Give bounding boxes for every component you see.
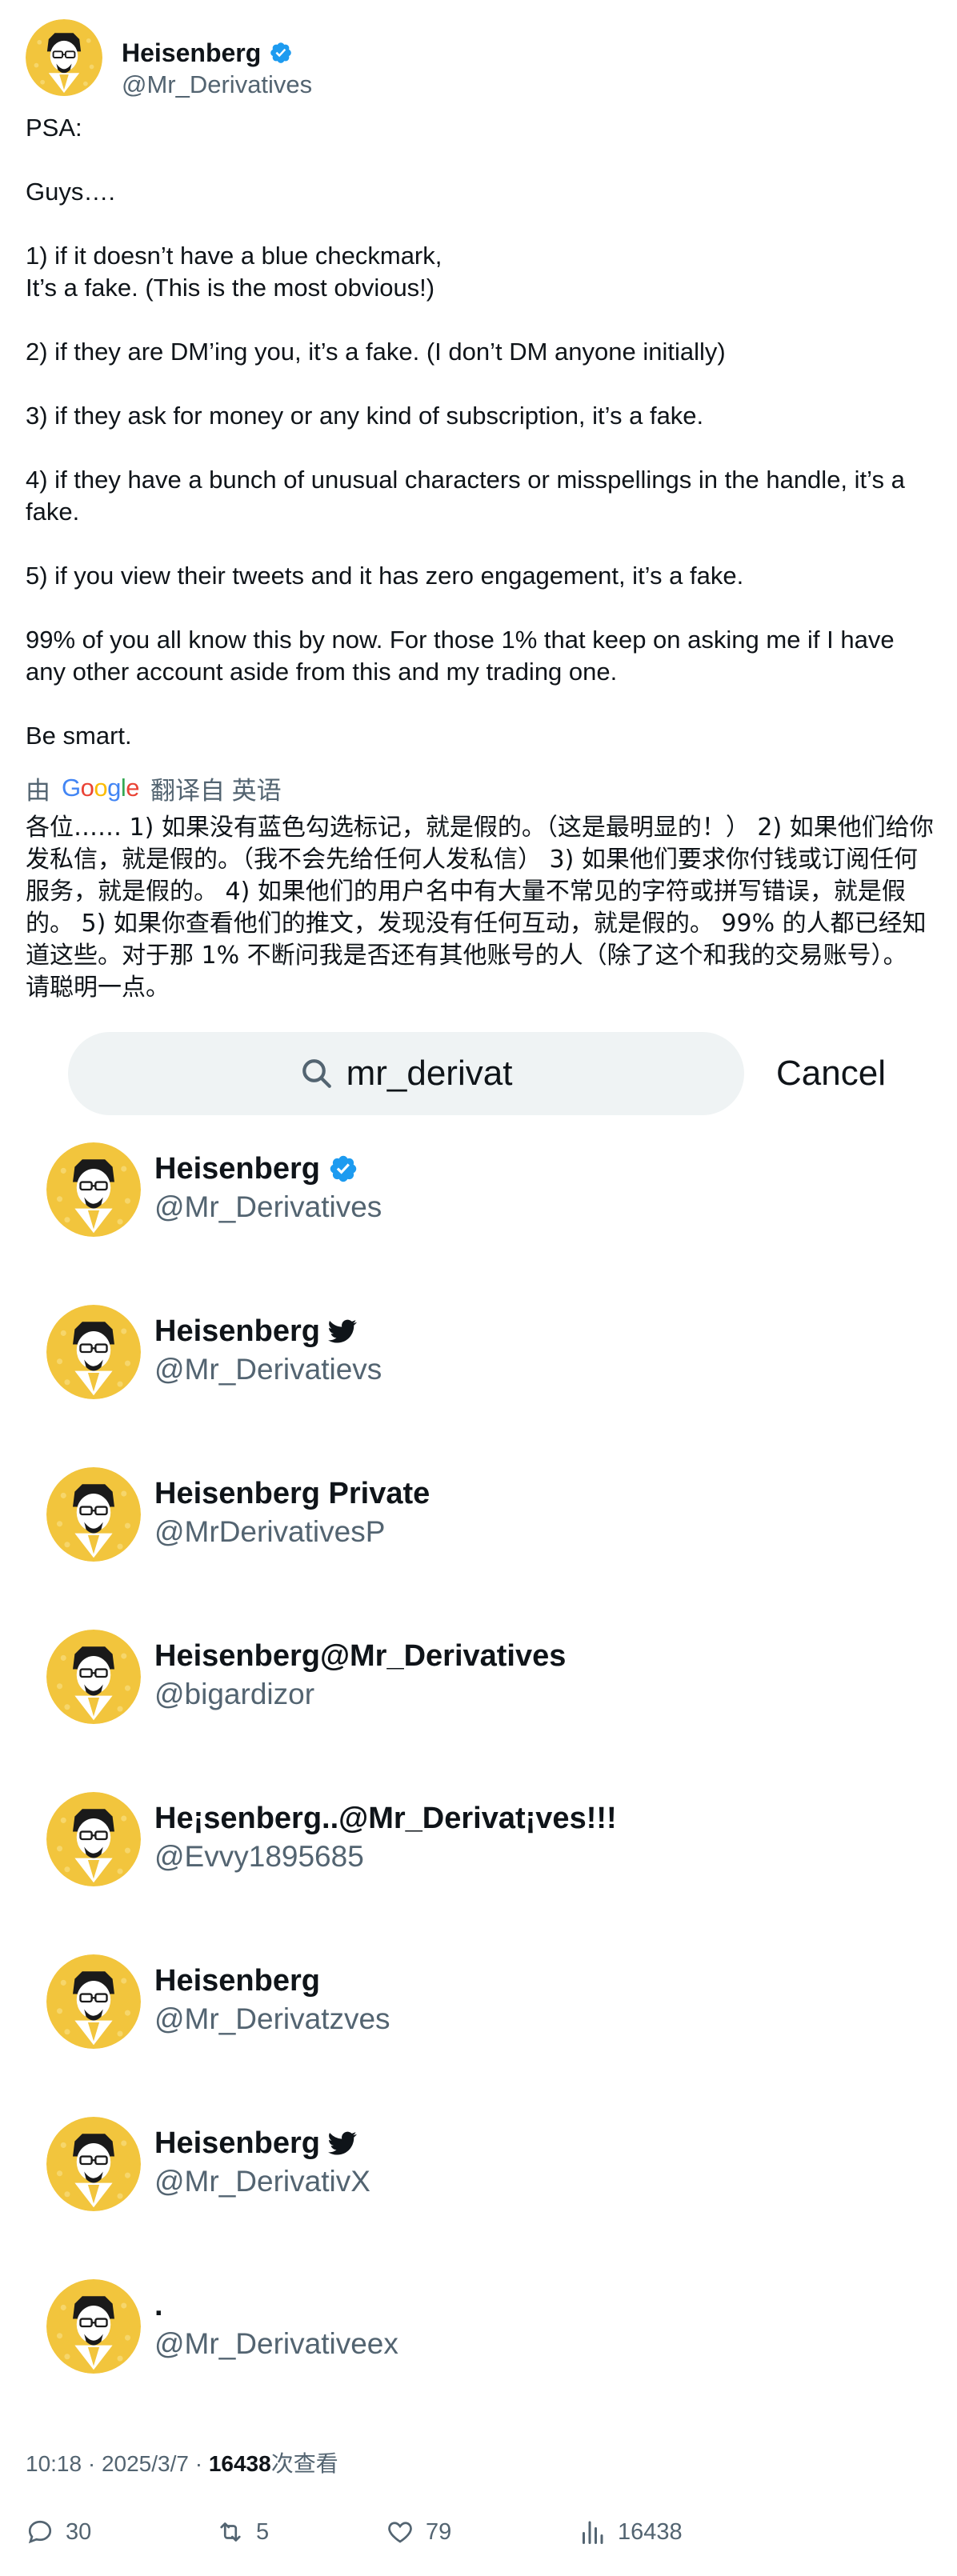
search-query[interactable]: mr_derivat (346, 1054, 513, 1094)
reply-count: 30 (66, 2518, 92, 2545)
search-icon (302, 1059, 331, 1088)
author-avatar[interactable] (26, 19, 102, 96)
author-handle[interactable]: @Mr_Derivatives (122, 69, 312, 101)
view-suffix: 次查看 (270, 2451, 338, 2476)
attached-screenshot[interactable]: mr_derivat Cancel Heisenberg @Mr_Derivat… (0, 1016, 957, 2456)
search-result-item[interactable]: Heisenberg @Mr_Derivatives (46, 1134, 927, 1254)
views-button[interactable]: 16438 (578, 2512, 683, 2552)
tweet-actions: 30 5 79 16438 (26, 2512, 938, 2552)
result-avatar (46, 1954, 141, 2049)
result-handle: @Mr_Derivatives (154, 1190, 382, 1223)
reply-button[interactable]: 30 (26, 2512, 91, 2552)
search-result-item[interactable]: Heisenberg@Mr_Derivatives @bigardizor (46, 1622, 927, 1742)
verified-badge-icon (269, 41, 293, 65)
views-count: 16438 (618, 2518, 683, 2545)
cancel-button[interactable]: Cancel (776, 1032, 886, 1115)
search-result-item[interactable]: Heisenberg Private @MrDerivativesP (46, 1459, 927, 1579)
search-result-item[interactable]: Heisenberg @Mr_Derivatzves (46, 1946, 927, 2066)
result-handle: @Evvy1895685 (154, 1840, 364, 1873)
result-name: Heisenberg Private (154, 1477, 430, 1510)
like-button[interactable]: 79 (386, 2512, 451, 2552)
tweet-timestamp[interactable]: 10:18 · 2025/3/7 · (26, 2451, 209, 2476)
tweet-line: Be smart. (26, 722, 132, 750)
tweet-line: PSA: (26, 114, 82, 142)
result-avatar (46, 1792, 141, 1886)
translated-text: 各位…… 1) 如果没有蓝色勾选标记，就是假的。（这是最明显的！） 2) 如果他… (26, 814, 934, 1002)
tweet-line: 3) if they ask for money or any kind of … (26, 402, 704, 430)
author-name[interactable]: Heisenberg (122, 37, 261, 69)
twitter-bird-icon (328, 2129, 357, 2158)
result-name: Heisenberg (154, 1152, 320, 1186)
result-handle: @Mr_DerivativX (154, 2165, 370, 2198)
result-avatar (46, 2117, 141, 2211)
result-avatar (46, 1630, 141, 1724)
tweet-header: Heisenberg @Mr_Derivatives (26, 19, 938, 99)
tweet-body: PSA: Guys…. 1) if it doesn’t have a blue… (26, 112, 930, 752)
search-result-item[interactable]: . @Mr_Derivativeex (46, 2271, 927, 2391)
tweet-line: 4) if they have a bunch of unusual chara… (26, 466, 912, 526)
result-avatar (46, 1467, 141, 1562)
translation-attribution[interactable]: 由 Google 翻译自 英语 (26, 772, 282, 805)
result-avatar (46, 2279, 141, 2374)
tweet-line: It’s a fake. (This is the most obvious!) (26, 274, 435, 302)
result-name: Heisenberg (154, 2126, 320, 2160)
result-handle: @bigardizor (154, 1678, 315, 1710)
tweet-line: 1) if it doesn’t have a blue checkmark, (26, 242, 442, 270)
result-name: Heisenberg@Mr_Derivatives (154, 1639, 567, 1673)
tweet-line: 5) if you view their tweets and it has z… (26, 562, 744, 590)
google-logo: Google (62, 774, 140, 802)
like-icon (388, 2522, 412, 2543)
tweet-line: 2) if they are DM’ing you, it’s a fake. … (26, 338, 726, 366)
result-handle: @Mr_Derivatzves (154, 2002, 390, 2035)
retweet-count: 5 (256, 2518, 270, 2545)
translation-label: 翻译自 英语 (150, 776, 282, 805)
search-input[interactable]: mr_derivat (68, 1032, 744, 1115)
retweet-icon (220, 2522, 241, 2542)
verified-badge-icon (328, 1154, 358, 1184)
tweet-meta: 10:18 · 2025/3/7 · 16438次查看 (26, 2450, 338, 2478)
translation-by: 由 (26, 776, 50, 805)
search-result-item[interactable]: Heisenberg @Mr_DerivativX (46, 2109, 927, 2229)
search-result-item[interactable]: He¡senberg..@Mr_Derivat¡ves!!! @Evvy1895… (46, 1784, 927, 1904)
result-name: Heisenberg (154, 1964, 320, 1998)
result-handle: @Mr_Derivativeex (154, 2327, 398, 2360)
result-avatar (46, 1305, 141, 1399)
retweet-button[interactable]: 5 (216, 2512, 269, 2552)
result-avatar (46, 1142, 141, 1237)
search-result-item[interactable]: Heisenberg @Mr_Derivatievs (46, 1297, 927, 1417)
like-count: 79 (426, 2518, 452, 2545)
author-name-row[interactable]: Heisenberg (122, 37, 293, 69)
result-handle: @MrDerivativesP (154, 1515, 386, 1548)
twitter-bird-icon (328, 1317, 357, 1346)
reply-icon (28, 2520, 52, 2544)
tweet-line: 99% of you all know this by now. For tho… (26, 626, 902, 686)
tweet-line: Guys…. (26, 178, 115, 206)
result-name: He¡senberg..@Mr_Derivat¡ves!!! (154, 1802, 617, 1835)
view-count: 16438 (208, 2451, 271, 2476)
result-name: . (154, 2289, 163, 2322)
result-handle: @Mr_Derivatievs (154, 1353, 382, 1386)
views-icon (583, 2521, 603, 2544)
result-name: Heisenberg (154, 1314, 320, 1348)
